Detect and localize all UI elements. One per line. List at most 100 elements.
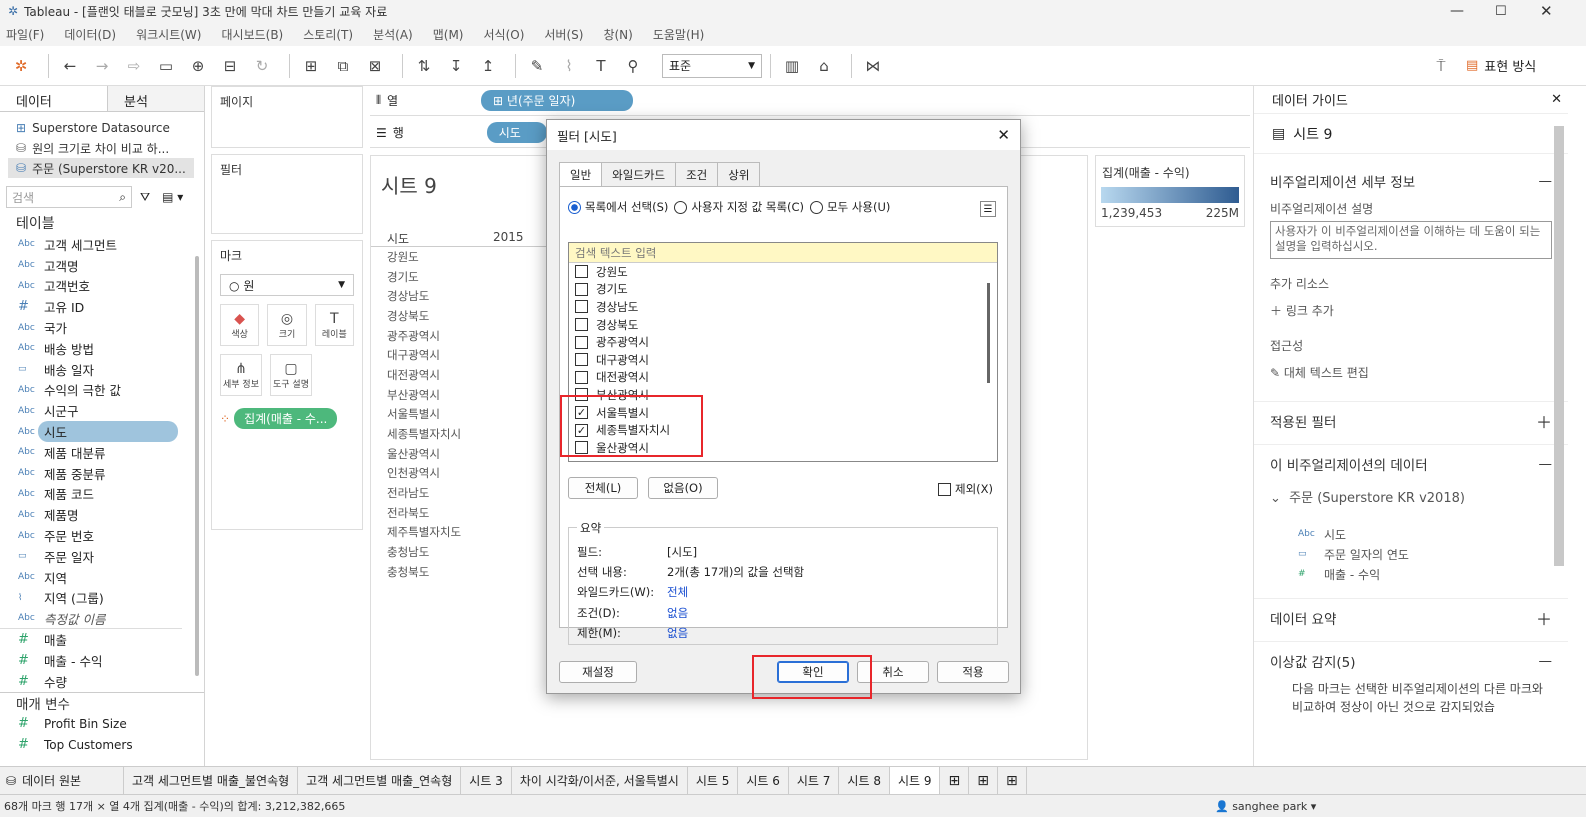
mark-button[interactable]: ⋔ 세부 정보 (220, 354, 262, 396)
filter-icon[interactable]: ⛛ (140, 190, 150, 205)
view-row-label[interactable]: 강원도 (371, 247, 547, 267)
field-item[interactable]: Abc 국가 (0, 317, 204, 338)
view-row-label[interactable]: 대전광역시 (371, 365, 547, 385)
scrollbar[interactable] (195, 256, 199, 676)
undo-icon[interactable]: ← (57, 53, 83, 79)
sheet-tab[interactable]: 차이 시각화/이서준, 서울특별시 (512, 766, 688, 795)
scrollbar[interactable] (987, 283, 990, 383)
field-item[interactable]: Abc 시도 (0, 421, 204, 443)
field-item[interactable]: ▭ 배송 일자 (0, 359, 204, 380)
field-item[interactable]: Abc 고객명 (0, 255, 204, 276)
labels-icon[interactable]: T (588, 53, 614, 79)
view-row-label[interactable]: 광주광역시 (371, 326, 547, 346)
tab-data[interactable]: 데이터 (0, 86, 108, 111)
sheet-tab[interactable]: 시트 6 (738, 766, 789, 795)
value-list-item[interactable]: 대구광역시 (569, 351, 997, 369)
view-row-label[interactable]: 서울특별시 (371, 405, 547, 425)
view-row-label[interactable]: 경기도 (371, 267, 547, 287)
close-icon[interactable]: ✕ (1551, 92, 1562, 107)
collapse-icon[interactable]: — (1539, 456, 1553, 472)
parameter-item[interactable]: # Profit Bin Size (0, 714, 204, 735)
pages-shelf[interactable]: 페이지 (211, 86, 363, 148)
clear-sheet-icon[interactable]: ⊠ (362, 53, 388, 79)
field-item[interactable]: Abc 측정값 이름 (0, 608, 182, 630)
dialog-tab[interactable]: 상위 (717, 162, 761, 187)
view-row-label[interactable]: 충청북도 (371, 562, 547, 582)
color-pill[interactable]: 집계(매출 - 수... (234, 408, 338, 429)
value-list-item[interactable]: 대전광역시 (569, 369, 997, 387)
menu-item[interactable]: 분석(A) (373, 26, 413, 43)
guide-field[interactable]: ▭ 주문 일자의 연도 (1254, 544, 1568, 564)
duplicate-icon[interactable]: ⧉ (330, 53, 356, 79)
view-row-label[interactable]: 부산광역시 (371, 385, 547, 405)
new-story-icon[interactable]: ⊞ (998, 766, 1027, 795)
reset-button[interactable]: 재설정 (559, 661, 637, 683)
add-link-button[interactable]: ＋ 링크 추가 (1254, 302, 1568, 319)
dialog-tab[interactable]: 조건 (675, 162, 719, 187)
exclude-checkbox[interactable]: 제외(X) (938, 481, 993, 497)
swap-icon[interactable]: ⇅ (411, 53, 437, 79)
datasource-tree-item[interactable]: ⌄ 주문 (Superstore KR v2018) (1254, 487, 1568, 506)
field-item[interactable]: Abc 제품 중분류 (0, 463, 204, 484)
view-row-label[interactable]: 경상북도 (371, 306, 547, 326)
datasource-item[interactable]: ⊞ Superstore Datasource (0, 118, 204, 138)
new-sheet-icon[interactable]: ⊞ (298, 53, 324, 79)
value-list-item[interactable]: 광주광역시 (569, 333, 997, 351)
value-list-item[interactable]: 경기도 (569, 281, 997, 299)
share-icon[interactable]: ⋈ (860, 53, 886, 79)
highlight-icon[interactable]: ✎ (524, 53, 550, 79)
highlight-pin-icon[interactable]: ⍑ (1428, 53, 1454, 79)
view-row-label[interactable]: 인천광역시 (371, 464, 547, 484)
mark-button[interactable]: T 레이블 (314, 304, 354, 346)
apply-button[interactable]: 적용 (937, 661, 1009, 683)
field-item[interactable]: Abc 제품 대분류 (0, 442, 204, 463)
menu-item[interactable]: 데이터(D) (64, 26, 116, 43)
value-list-item[interactable]: 경상북도 (569, 316, 997, 334)
minimize-button[interactable]: — (1450, 3, 1464, 19)
show-cards-icon[interactable]: ▥ (779, 53, 805, 79)
mark-button[interactable]: ▢ 도구 설명 (270, 354, 312, 396)
field-item[interactable]: # 고유 ID (0, 296, 204, 317)
radio-option[interactable]: 모두 사용(U) (810, 199, 890, 215)
sheet-tab[interactable]: 고객 세그먼트별 매출_불연속형 (124, 766, 299, 795)
field-item[interactable]: Abc 배송 방법 (0, 338, 204, 359)
menu-item[interactable]: 서식(O) (484, 26, 525, 43)
select-none-button[interactable]: 없음(O) (648, 477, 718, 499)
menu-item[interactable]: 대시보드(B) (221, 26, 283, 43)
sort-desc-icon[interactable]: ↥ (475, 53, 501, 79)
scrollbar[interactable] (1554, 126, 1564, 566)
fit-select[interactable]: 표준 ▼ (662, 53, 762, 78)
mark-button[interactable]: ◎ 크기 (267, 304, 307, 346)
datasource-tab[interactable]: ⛁ 데이터 원본 (0, 766, 124, 795)
menu-item[interactable]: 맵(M) (433, 26, 464, 43)
view-row-label[interactable]: 세종특별자치시 (371, 424, 547, 444)
sort-asc-icon[interactable]: ↧ (443, 53, 469, 79)
replay-icon[interactable]: ⇨ (121, 53, 147, 79)
dialog-tab[interactable]: 와일드카드 (601, 162, 677, 187)
show-me-button[interactable]: ▤ 표현 방식 (1466, 56, 1536, 75)
field-item[interactable]: Abc 제품명 (0, 504, 204, 525)
menu-item[interactable]: 워크시트(W) (136, 26, 201, 43)
collapse-icon[interactable]: — (1539, 653, 1553, 669)
tab-analysis[interactable]: 분석 (108, 86, 204, 111)
field-item[interactable]: Abc 제품 코드 (0, 484, 204, 505)
edit-alt-text-button[interactable]: ✎ 대체 텍스트 편집 (1254, 364, 1568, 381)
collapse-icon[interactable]: — (1539, 173, 1553, 189)
value-list-item[interactable]: 강원도 (569, 263, 997, 281)
field-item[interactable]: ▭ 주문 일자 (0, 546, 204, 567)
new-dashboard-icon[interactable]: ⊞ (969, 766, 998, 795)
mark-type-select[interactable]: ○ 원 ▼ (220, 274, 354, 296)
new-datasource-icon[interactable]: ⊕ (185, 53, 211, 79)
field-item[interactable]: ⌇ 지역 (그룹) (0, 588, 204, 609)
select-all-button[interactable]: 전체(L) (568, 477, 638, 499)
sheet-tab[interactable]: 시트 3 (461, 766, 512, 795)
columns-shelf[interactable]: ⫴ 열 ⊞ 년(주문 일자) (370, 86, 1250, 116)
view-row-label[interactable]: 전라북도 (371, 503, 547, 523)
view-row-label[interactable]: 전라남도 (371, 483, 547, 503)
close-icon[interactable]: ✕ (997, 126, 1010, 144)
viz-description-input[interactable]: 사용자가 이 비주얼리제이션을 이해하는 데 도움이 되는 설명을 입력하십시오… (1270, 221, 1552, 259)
new-worksheet-icon[interactable]: ⊞ (940, 766, 970, 795)
menu-item[interactable]: 서버(S) (544, 26, 583, 43)
value-list-item[interactable]: 경상남도 (569, 298, 997, 316)
search-field[interactable]: 검색 ⌕ (6, 186, 132, 208)
